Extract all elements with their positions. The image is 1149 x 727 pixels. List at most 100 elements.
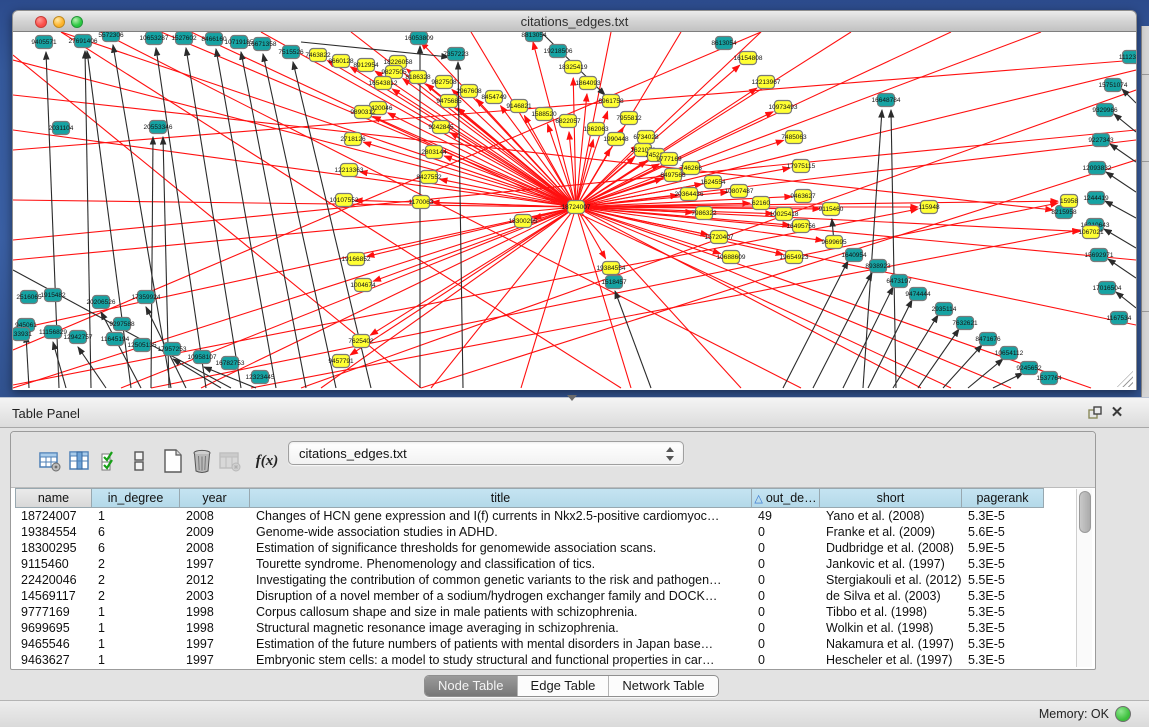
close-panel-icon[interactable]: ✕ [1108,404,1126,422]
table-toolbar: f(x) citations_edges.txt [11,432,1095,488]
table-cell: 5.3E-5 [962,620,1044,636]
graph-edge [615,291,651,388]
graph-node-label: 20364436 [675,191,704,198]
graph-node-label: 9463627 [790,193,816,200]
rows-icon[interactable] [126,448,152,474]
graph-node-label: 12093832 [1083,165,1112,172]
table-row[interactable]: 1830029562008Estimation of significance … [15,540,1044,556]
function-builder-icon[interactable]: f(x) [254,448,280,474]
table-cell: 6 [92,540,180,556]
graph-node-label: 15751074 [1099,82,1128,89]
table-tabs: Node Table Edge Table Network Table [424,675,719,697]
table-cell: 1997 [180,636,250,652]
graph-edge [1110,144,1136,162]
column-header-outde[interactable]: △out_de… [752,488,820,508]
graph-node-label: 16495756 [787,223,816,230]
column-header-short[interactable]: short [820,488,962,508]
graph-node-label: 133931 [13,331,32,338]
scrollbar-thumb[interactable] [1079,491,1091,533]
column-header-title[interactable]: title [250,488,752,508]
graph-node-label: 1537764 [1036,375,1062,382]
table-row[interactable]: 946362711997Embryonic stem cells: a mode… [15,652,1044,668]
graph-node-label: 1588520 [531,111,557,118]
column-header-pagerank[interactable]: pagerank [962,488,1044,508]
table-cell: 5.3E-5 [962,556,1044,572]
select-all-icon[interactable] [97,448,123,474]
table-cell: de Silva et al. (2003) [820,588,962,604]
table-cell: 2009 [180,524,250,540]
table-cell: Genome-wide association studies in ADHD. [250,524,752,540]
graph-node-label: 8813054 [521,32,547,39]
tab-edge-table[interactable]: Edge Table [518,676,610,696]
graph-edge [1108,259,1136,278]
graph-node-label: 746266 [680,165,702,172]
table-cell: Estimation of the future numbers of pati… [250,636,752,652]
network-view-window: citations_edges.txt 94055712769140655723… [12,10,1137,390]
graph-node-label: 1362063 [583,126,609,133]
table-body: 1872400712008Changes of HCN gene express… [15,508,1044,668]
network-canvas[interactable]: 9405571276914065572306106532871527602846… [12,32,1137,390]
panel-collapse-handle[interactable] [567,395,577,401]
graph-node-label: 1170063 [409,199,434,206]
graph-edge [321,207,576,388]
window-title: citations_edges.txt [13,14,1136,29]
table-cell: Nakamura et al. (1997) [820,636,962,652]
table-row[interactable]: 977716911998Corpus callosum shape and si… [15,604,1044,620]
table-cell: Jankovic et al. (1997) [820,556,962,572]
node-table: namein_degreeyeartitle△out_de…shortpager… [15,488,1044,668]
tab-network-table[interactable]: Network Table [609,676,717,696]
table-row[interactable]: 969969511998Structural magnetic resonanc… [15,620,1044,636]
table-row[interactable]: 1938455462009Genome-wide association stu… [15,524,1044,540]
network-table-selector[interactable]: citations_edges.txt [288,441,684,465]
graph-node-label: 10653287 [140,35,169,42]
table-settings-icon[interactable] [37,448,63,474]
table-cell: 5.3E-5 [962,652,1044,668]
graph-node-label: 8186328 [405,74,431,81]
tab-node-table[interactable]: Node Table [425,676,518,696]
table-row[interactable]: 1456911722003Disruption of a novel membe… [15,588,1044,604]
graph-node-label: 8912954 [353,62,379,69]
table-cell: 2008 [180,540,250,556]
memory-status-icon[interactable] [1115,706,1131,722]
table-row[interactable]: 2242004622012Investigating the contribut… [15,572,1044,588]
float-panel-icon[interactable] [1086,404,1104,422]
show-column-icon[interactable] [66,448,92,474]
table-scrollbar[interactable] [1076,489,1092,667]
graph-node-label: 16543812 [369,80,398,87]
table-row[interactable]: 946554611997Estimation of the future num… [15,636,1044,652]
graph-node-label: 12942757 [64,334,93,341]
table-cell: 22420046 [15,572,92,588]
table-cell: 1997 [180,556,250,572]
column-header-indegree[interactable]: in_degree [92,488,180,508]
graph-node-label: 10107552 [330,197,359,204]
column-header-year[interactable]: year [180,488,250,508]
graph-node-label: 16782753 [216,360,245,367]
window-titlebar[interactable]: citations_edges.txt [12,10,1137,32]
citation-network-graph[interactable]: 9405571276914065572306106532871527602846… [13,32,1136,390]
delete-table-icon[interactable] [189,448,215,474]
graph-node-label: 8215958 [1051,209,1077,216]
graph-node-label: 9245652 [1016,365,1042,372]
graph-node-label: 1167534 [1107,315,1132,322]
table-cell: 6 [92,524,180,540]
new-table-icon[interactable] [160,448,186,474]
table-cell: Changes of HCN gene expression and I(f) … [250,508,752,524]
table-row[interactable]: 911546021997Tourette syndrome. Phenomeno… [15,556,1044,572]
column-header-name[interactable]: name [15,488,92,508]
graph-node-label: 18724007 [562,204,591,211]
graph-node-label: 1004674 [350,282,376,289]
graph-node-label: 15692971 [1085,252,1114,259]
graph-node-label: 15958 [1060,198,1078,205]
graph-node-label: 20553346 [144,124,173,131]
table-cell: 5.3E-5 [962,636,1044,652]
graph-node-label: 9474444 [905,291,931,298]
table-cell: 2012 [180,572,250,588]
graph-node-label: 9475685 [436,98,462,105]
graph-node-label: 1864093 [575,80,601,87]
graph-node-label: 16648784 [872,97,901,104]
table-row[interactable]: 1872400712008Changes of HCN gene express… [15,508,1044,524]
graph-node-label: 12213363 [335,167,364,174]
table-cell: Franke et al. (2009) [820,524,962,540]
graph-node-label: 19654923 [780,254,809,261]
graph-node-label: 16154808 [734,55,763,62]
